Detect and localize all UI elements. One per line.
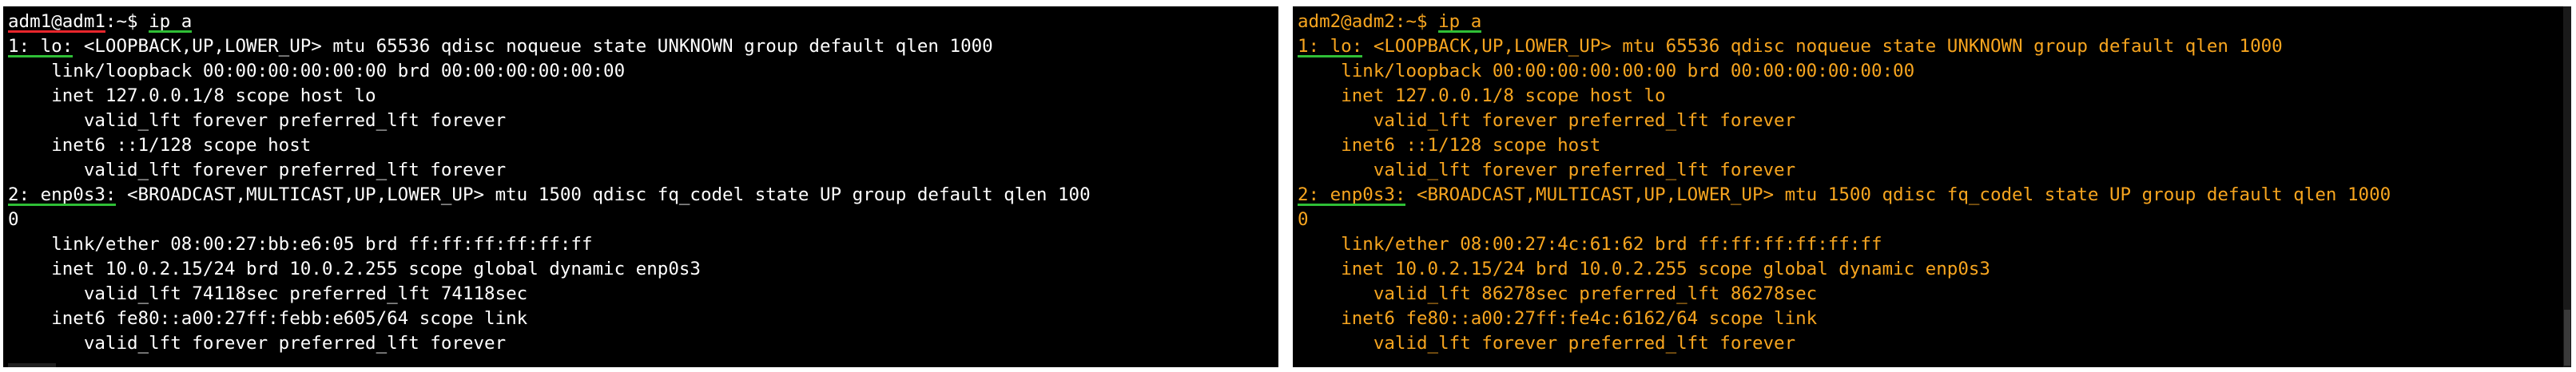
output-line: valid_lft forever preferred_lft forever [8, 331, 1278, 356]
output-line: inet6 fe80::a00:27ff:febb:e605/64 scope … [8, 307, 1278, 331]
output-line: link/ether 08:00:27:4c:61:62 brd ff:ff:f… [1298, 232, 2571, 257]
cursor-mark [8, 363, 56, 367]
prompt-path: :~$ [105, 11, 138, 32]
output-text: link/loopback 00:00:00:00:00:00 brd 00:0… [51, 61, 626, 81]
interface-label: 2: enp0s3: [1298, 183, 1406, 208]
output-text: inet6 fe80::a00:27ff:fe4c:6162/64 scope … [1341, 308, 1818, 329]
output-line: inet 127.0.0.1/8 scope host lo [1298, 84, 2571, 109]
output-text: valid_lft forever preferred_lft forever [1373, 333, 1796, 354]
output-line: link/loopback 00:00:00:00:00:00 brd 00:0… [8, 59, 1278, 84]
interface-flags: <BROADCAST,MULTICAST,UP,LOWER_UP> mtu 15… [1405, 184, 2391, 205]
output-text: link/ether 08:00:27:bb:e6:05 brd ff:ff:f… [51, 234, 593, 255]
interface-label: 1: lo: [8, 34, 74, 59]
output-line: valid_lft 86278sec preferred_lft 86278se… [1298, 282, 2571, 307]
output-text: valid_lft forever preferred_lft forever [1373, 160, 1796, 180]
wrapped-text: 0 [8, 209, 19, 230]
output-line: 0 [8, 208, 1278, 232]
output-text: inet 10.0.2.15/24 brd 10.0.2.255 scope g… [51, 259, 701, 279]
interface-header: 2: enp0s3: <BROADCAST,MULTICAST,UP,LOWER… [1298, 183, 2571, 208]
output-text: valid_lft forever preferred_lft forever [83, 110, 507, 131]
output-line: inet 10.0.2.15/24 brd 10.0.2.255 scope g… [1298, 257, 2571, 282]
command-text: ip a [149, 10, 193, 34]
prompt-line: adm2@adm2:~$ ip a [1298, 10, 2571, 34]
output-text: valid_lft forever preferred_lft forever [83, 160, 507, 180]
output-text: valid_lft 86278sec preferred_lft 86278se… [1373, 283, 1818, 304]
command-text: ip a [1438, 10, 1482, 34]
prompt-user: adm1@adm1 [8, 10, 105, 34]
prompt-path: :~$ [1394, 11, 1428, 32]
wrapped-text: 0 [1298, 209, 1309, 230]
output-text: inet6 ::1/128 scope host [51, 135, 312, 156]
output-line: inet6 fe80::a00:27ff:fe4c:6162/64 scope … [1298, 307, 2571, 331]
output-line: valid_lft forever preferred_lft forever [1298, 158, 2571, 183]
output-text: link/ether 08:00:27:4c:61:62 brd ff:ff:f… [1341, 234, 1882, 255]
prompt-user: adm2@adm2 [1298, 11, 1395, 32]
prompt-line: adm1@adm1:~$ ip a [8, 10, 1278, 34]
terminal-adm1[interactable]: adm1@adm1:~$ ip a 1: lo: <LOOPBACK,UP,LO… [3, 6, 1278, 367]
interface-flags: <LOOPBACK,UP,LOWER_UP> mtu 65536 qdisc n… [73, 36, 993, 57]
interface-label: 2: enp0s3: [8, 183, 117, 208]
output-text: inet6 ::1/128 scope host [1341, 135, 1601, 156]
output-line: valid_lft forever preferred_lft forever [8, 109, 1278, 133]
interface-header: 2: enp0s3: <BROADCAST,MULTICAST,UP,LOWER… [8, 183, 1278, 208]
output-line: link/loopback 00:00:00:00:00:00 brd 00:0… [1298, 59, 2571, 84]
output-text: valid_lft forever preferred_lft forever [83, 333, 507, 354]
interface-flags: <LOOPBACK,UP,LOWER_UP> mtu 65536 qdisc n… [1362, 36, 2283, 57]
interface-flags: <BROADCAST,MULTICAST,UP,LOWER_UP> mtu 15… [116, 184, 1091, 205]
output-line: valid_lft forever preferred_lft forever [1298, 109, 2571, 133]
output-line: link/ether 08:00:27:bb:e6:05 brd ff:ff:f… [8, 232, 1278, 257]
output-line: valid_lft 74118sec preferred_lft 74118se… [8, 282, 1278, 307]
scrollbar[interactable] [2563, 6, 2571, 367]
output-line: valid_lft forever preferred_lft forever [8, 158, 1278, 183]
terminal-adm2[interactable]: adm2@adm2:~$ ip a 1: lo: <LOOPBACK,UP,LO… [1293, 6, 2571, 367]
output-line: 0 [1298, 208, 2571, 232]
output-text: valid_lft forever preferred_lft forever [1373, 110, 1796, 131]
output-line: inet6 ::1/128 scope host [8, 133, 1278, 158]
output-text: inet 127.0.0.1/8 scope host lo [51, 85, 376, 106]
output-text: inet 10.0.2.15/24 brd 10.0.2.255 scope g… [1341, 259, 1990, 279]
interface-header: 1: lo: <LOOPBACK,UP,LOWER_UP> mtu 65536 … [8, 34, 1278, 59]
interface-header: 1: lo: <LOOPBACK,UP,LOWER_UP> mtu 65536 … [1298, 34, 2571, 59]
output-text: link/loopback 00:00:00:00:00:00 brd 00:0… [1341, 61, 1915, 81]
output-line: inet 127.0.0.1/8 scope host lo [8, 84, 1278, 109]
interface-label: 1: lo: [1298, 34, 1363, 59]
output-text: inet6 fe80::a00:27ff:febb:e605/64 scope … [51, 308, 528, 329]
output-line: valid_lft forever preferred_lft forever [1298, 331, 2571, 356]
output-line: inet 10.0.2.15/24 brd 10.0.2.255 scope g… [8, 257, 1278, 282]
output-text: inet 127.0.0.1/8 scope host lo [1341, 85, 1666, 106]
output-line: inet6 ::1/128 scope host [1298, 133, 2571, 158]
scrollbar-thumb[interactable] [2564, 310, 2570, 366]
output-text: valid_lft 74118sec preferred_lft 74118se… [83, 283, 528, 304]
